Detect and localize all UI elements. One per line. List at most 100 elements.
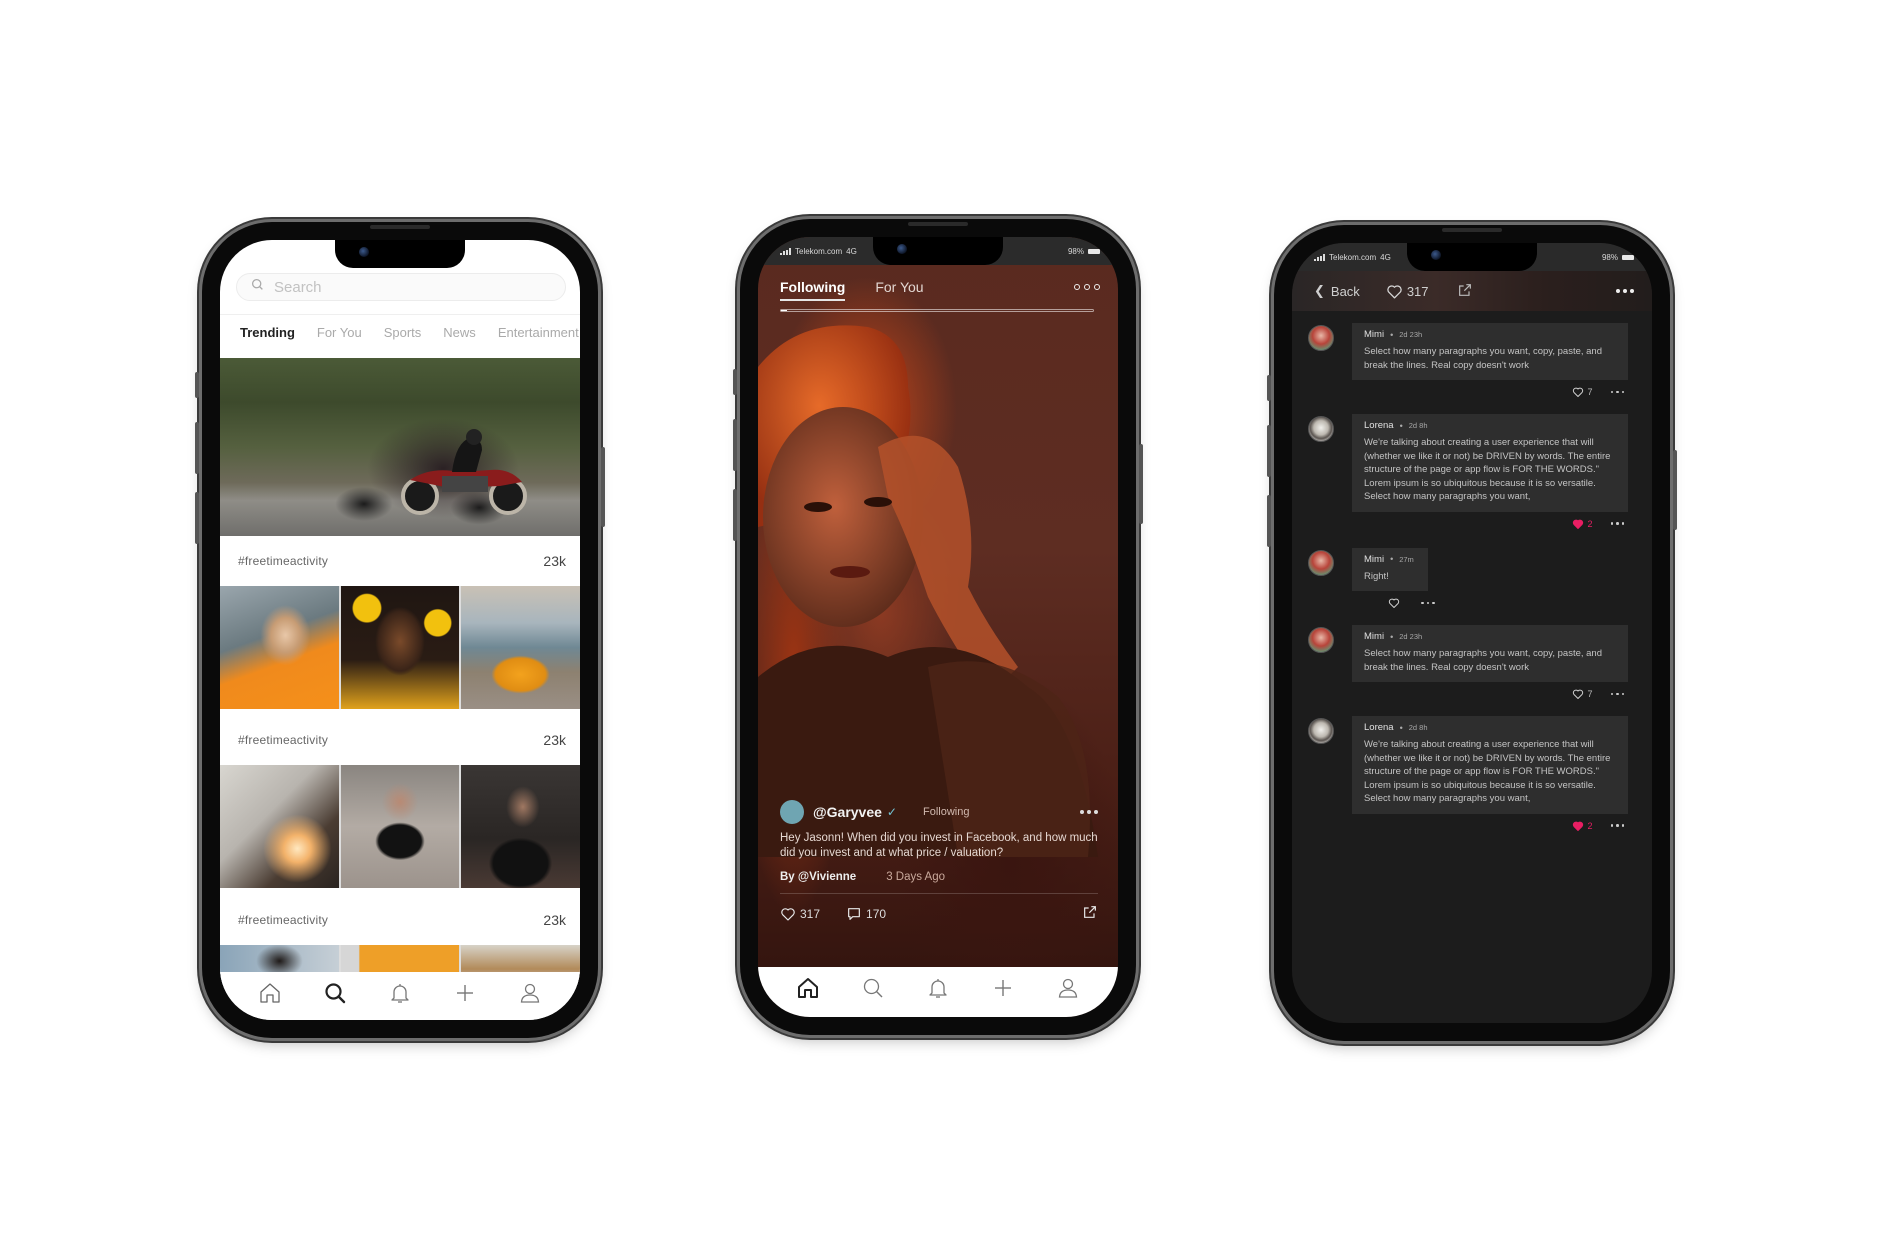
explore-screen: Trending For You Sports News Entertainme…: [220, 240, 580, 1020]
comment-like-button[interactable]: 7: [1572, 386, 1593, 398]
front-camera: [897, 244, 907, 254]
search-input[interactable]: [274, 278, 494, 296]
search-icon[interactable]: [323, 981, 347, 1005]
tab-news[interactable]: News: [443, 325, 476, 349]
comment-more-icon[interactable]: [1610, 824, 1624, 827]
tab-for-you[interactable]: For You: [317, 325, 362, 349]
comment-actions: 2: [1352, 820, 1628, 832]
post-author: @Garyvee ✓ Following: [780, 799, 1098, 825]
tab-for-you[interactable]: For You: [875, 279, 923, 295]
comment-like-button[interactable]: 2: [1572, 518, 1593, 530]
phone-explore: Trending For You Sports News Entertainme…: [195, 222, 605, 1038]
comment-like-count: 7: [1587, 689, 1593, 699]
commenter-avatar[interactable]: [1308, 718, 1334, 744]
grid-image-photographer[interactable]: [220, 765, 339, 888]
tab-sports[interactable]: Sports: [384, 325, 422, 349]
commenter-name[interactable]: Mimi: [1364, 631, 1384, 642]
notch: [1407, 243, 1537, 271]
comment: Mimi • 27m Right!: [1308, 547, 1628, 610]
like-count: 317: [1406, 283, 1429, 299]
bell-icon[interactable]: [926, 976, 950, 1000]
hero-image-motorcycle[interactable]: [220, 358, 580, 536]
comment: Lorena • 2d 8h We're talking about creating…: [1308, 716, 1628, 832]
comment-text: Right!: [1364, 570, 1389, 582]
hashtag-row[interactable]: #freetimeactivity 23k: [220, 905, 580, 935]
tab-trending[interactable]: Trending: [240, 325, 295, 349]
plus-icon[interactable]: [453, 981, 477, 1005]
like-button[interactable]: 317: [1386, 283, 1429, 300]
bottom-nav: [758, 967, 1118, 1017]
comment: Lorena • 2d 8h We're talking about creating…: [1308, 414, 1628, 530]
comment-more-icon[interactable]: [1610, 692, 1624, 696]
comment-more-icon[interactable]: [1421, 601, 1435, 605]
comment-more-icon[interactable]: [1610, 390, 1624, 394]
grid-image-woman-orange[interactable]: [220, 586, 339, 709]
comment-actions: 2: [1352, 518, 1628, 530]
more-options-icon[interactable]: [1616, 289, 1634, 293]
story-progress-fill: [781, 310, 788, 311]
signal-icon: [1314, 253, 1325, 261]
tab-following[interactable]: Following: [780, 279, 846, 301]
volume-down-button: [195, 492, 199, 544]
more-options-icon[interactable]: [1074, 284, 1100, 290]
post-more-icon[interactable]: [1080, 810, 1098, 814]
comments-header: ❮ Back 317: [1292, 271, 1652, 311]
comment-text: Select how many paragraphs you want, cop…: [1364, 346, 1602, 371]
grid-image-yellow-car[interactable]: [461, 586, 580, 709]
comment-more-icon[interactable]: [1610, 522, 1624, 525]
grid-image-sunflowers[interactable]: [340, 586, 460, 709]
hashtag-row[interactable]: #freetimeactivity 23k: [220, 725, 580, 755]
comment-count: 170: [866, 906, 887, 921]
comment-icon: [848, 907, 860, 920]
comment-meta: Lorena • 2d 8h: [1364, 420, 1616, 431]
signal-icon: [780, 247, 791, 255]
commenter-name[interactable]: Lorena: [1364, 420, 1394, 431]
profile-icon[interactable]: [1056, 976, 1080, 1000]
comment-like-button[interactable]: 7: [1572, 688, 1593, 700]
tab-entertainment[interactable]: Entertainment: [498, 325, 579, 349]
comment-like-button[interactable]: [1388, 597, 1403, 609]
hashtag-count: 23k: [543, 553, 566, 569]
commenter-avatar[interactable]: [1308, 627, 1334, 653]
heart-filled-icon: [1573, 519, 1584, 529]
post-time: 3 Days Ago: [886, 871, 946, 883]
profile-icon[interactable]: [518, 981, 542, 1005]
comment-meta: Lorena • 2d 8h: [1364, 722, 1616, 733]
volume-down-button: [1267, 495, 1271, 547]
comment-meta: Mimi • 27m: [1364, 554, 1414, 565]
search-icon[interactable]: [861, 976, 885, 1000]
comment-button[interactable]: 170: [846, 906, 886, 922]
comment-bubble: Lorena • 2d 8h We're talking about creating…: [1352, 716, 1628, 814]
home-icon[interactable]: [796, 976, 820, 1000]
bell-icon[interactable]: [388, 981, 412, 1005]
comment-like-button[interactable]: 2: [1572, 820, 1593, 832]
grid-image-woman-black-top[interactable]: [340, 765, 460, 888]
like-count: 317: [800, 906, 821, 921]
commenter-name[interactable]: Lorena: [1364, 722, 1394, 733]
comment-time: 2d 8h: [1408, 421, 1428, 430]
volume-down-button: [733, 489, 737, 541]
front-camera: [359, 247, 369, 257]
commenter-name[interactable]: Mimi: [1364, 554, 1384, 565]
share-button[interactable]: [1457, 282, 1473, 301]
search-bar[interactable]: [236, 273, 566, 301]
post-image-woman[interactable]: [758, 297, 1118, 857]
back-button[interactable]: ❮ Back: [1314, 283, 1360, 299]
commenter-avatar[interactable]: [1308, 416, 1334, 442]
share-button[interactable]: [1082, 904, 1098, 923]
commenter-avatar[interactable]: [1308, 325, 1334, 351]
grid-image-portrait-dark[interactable]: [461, 765, 580, 888]
follow-status-button[interactable]: Following: [923, 806, 969, 818]
comment-bubble: Mimi • 2d 23h Select how many paragraphs yo…: [1352, 323, 1628, 380]
commenter-name[interactable]: Mimi: [1364, 329, 1384, 340]
home-icon[interactable]: [258, 981, 282, 1005]
battery-icon: [1622, 254, 1634, 260]
hashtag-row[interactable]: #freetimeactivity 23k: [220, 546, 580, 576]
author-handle[interactable]: @Garyvee: [813, 804, 882, 820]
commenter-avatar[interactable]: [1308, 549, 1334, 576]
comment-like-count: 7: [1587, 387, 1593, 397]
like-button[interactable]: 317: [780, 906, 820, 922]
author-avatar[interactable]: [780, 800, 804, 824]
plus-icon[interactable]: [991, 976, 1015, 1000]
post-by-author[interactable]: By @Vivienne: [780, 871, 856, 883]
